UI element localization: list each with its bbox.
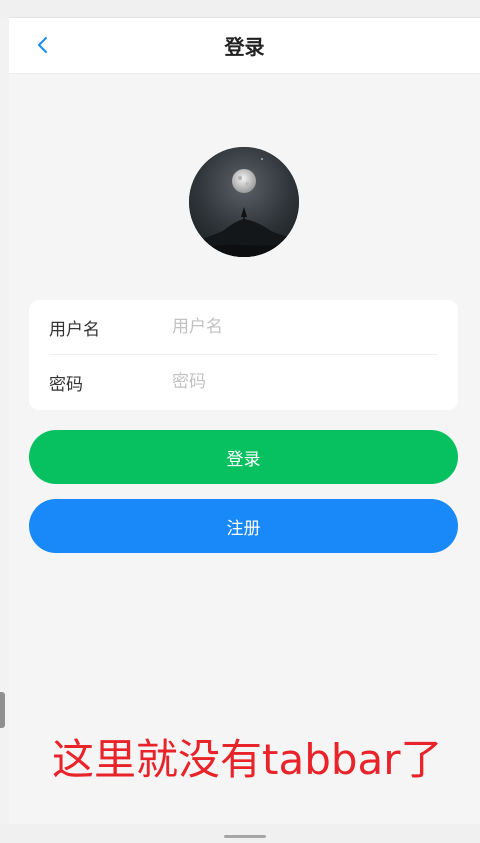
username-label: 用户名	[49, 319, 100, 340]
password-input[interactable]	[172, 372, 422, 392]
side-scroll-handle[interactable]	[0, 692, 5, 728]
password-label: 密码	[49, 374, 83, 395]
back-button[interactable]	[31, 32, 55, 58]
username-input[interactable]	[172, 317, 422, 337]
avatar	[189, 147, 299, 257]
page-title: 登录	[224, 35, 265, 59]
password-row: 密码	[49, 355, 438, 409]
login-form: 用户名 密码	[29, 300, 458, 410]
nav-bar: 登录	[9, 18, 480, 74]
moon-landscape-image	[189, 147, 299, 257]
username-row: 用户名	[49, 300, 438, 355]
top-status-strip	[0, 0, 480, 18]
login-button[interactable]: 登录	[29, 430, 458, 484]
home-indicator[interactable]	[224, 835, 266, 838]
register-button[interactable]: 注册	[29, 499, 458, 553]
bottom-system-bar	[0, 824, 480, 843]
chevron-left-icon	[38, 37, 47, 53]
annotation-text: 这里就没有tabbar了	[52, 735, 443, 784]
